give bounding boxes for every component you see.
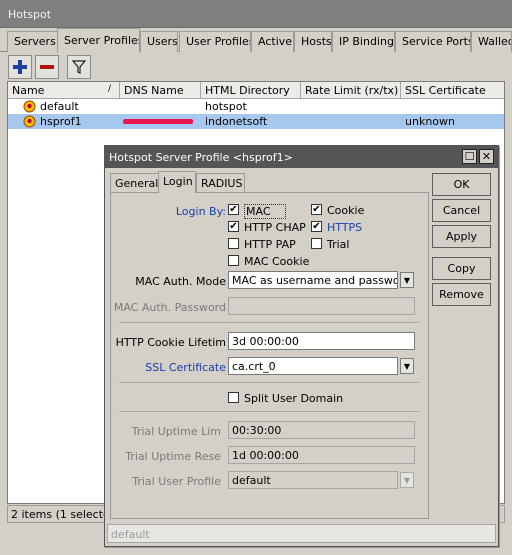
trial-uptime-limit-label: Trial Uptime Lim	[131, 425, 221, 438]
https-checkbox[interactable]: ✔	[311, 221, 322, 232]
restore-button[interactable]: ☐	[462, 149, 477, 164]
restore-icon: ☐	[464, 150, 475, 163]
ssl-certificate-dropdown-button[interactable]: ▼	[400, 358, 414, 374]
remove-button[interactable]	[35, 55, 59, 79]
tab-user-profiles[interactable]: User Profiles	[179, 31, 251, 52]
ssl-certificate-label: SSL Certificate	[145, 361, 226, 374]
row-html-dir: indonetsoft	[205, 115, 268, 128]
close-button[interactable]: ✕	[479, 149, 494, 164]
row-dns	[122, 114, 200, 129]
column-header-rate-limit[interactable]: Rate Limit (rx/tx)	[301, 82, 401, 99]
row-name: default	[40, 100, 79, 113]
funnel-icon	[72, 60, 86, 74]
separator	[119, 382, 419, 383]
toolbar	[0, 52, 512, 80]
table-row[interactable]: hsprof1 indonetsoft unknown	[8, 114, 504, 129]
dialog-tab-radius[interactable]: RADIUS	[196, 173, 245, 192]
chevron-down-icon: ▼	[403, 275, 411, 285]
plus-icon	[13, 60, 27, 74]
trial-user-profile-label: Trial User Profile	[132, 475, 221, 488]
http-pap-label[interactable]: HTTP PAP	[244, 238, 296, 251]
trial-uptime-reset-label: Trial Uptime Rese	[125, 450, 221, 463]
window-title: Hotspot	[8, 8, 52, 21]
row-html-dir: hotspot	[205, 100, 247, 113]
table-header: Name / DNS Name HTML Directory Rate Limi…	[8, 82, 504, 99]
mac-label[interactable]: MAC	[244, 204, 286, 219]
cancel-button[interactable]: Cancel	[432, 199, 491, 222]
tab-users[interactable]: Users	[140, 31, 178, 52]
column-header-ssl[interactable]: SSL Certificate	[401, 82, 504, 99]
dialog-status-bar: default	[107, 524, 496, 543]
cookie-checkbox[interactable]: ✔	[311, 204, 322, 215]
http-pap-checkbox[interactable]	[228, 238, 239, 249]
mac-cookie-label[interactable]: MAC Cookie	[244, 255, 309, 268]
main-tab-strip: Servers Server Profiles Users User Profi…	[0, 28, 512, 53]
tab-active[interactable]: Active	[251, 31, 294, 52]
filter-button[interactable]	[67, 55, 91, 79]
mac-auth-password-field	[228, 297, 415, 315]
row-ssl	[403, 99, 503, 114]
trial-uptime-reset-field: 1d 00:00:00	[228, 446, 415, 464]
row-rate	[303, 114, 399, 129]
add-button[interactable]	[8, 55, 32, 79]
trial-user-profile-dropdown-button: ▼	[400, 472, 414, 488]
http-chap-checkbox[interactable]: ✔	[228, 221, 239, 232]
dialog-titlebar[interactable]: Hotspot Server Profile <hsprof1> ☐ ✕	[105, 146, 498, 168]
dialog-tab-general[interactable]: General	[110, 173, 159, 192]
https-label[interactable]: HTTPS	[327, 221, 362, 234]
sort-icon: /	[108, 84, 112, 94]
tab-servers[interactable]: Servers	[7, 31, 58, 52]
dialog-title: Hotspot Server Profile <hsprof1>	[109, 151, 293, 164]
login-by-label: Login By:	[175, 205, 226, 218]
apply-button[interactable]: Apply	[432, 225, 491, 248]
trial-uptime-limit-field: 00:30:00	[228, 421, 415, 439]
profile-dialog: Hotspot Server Profile <hsprof1> ☐ ✕ Gen…	[104, 145, 499, 547]
split-user-domain-label[interactable]: Split User Domain	[244, 392, 343, 405]
mac-auth-mode-dropdown-button[interactable]: ▼	[400, 272, 414, 288]
ssl-certificate-select[interactable]: ca.crt_0	[228, 357, 398, 375]
separator	[119, 411, 419, 412]
login-tab-panel: Login By: ✔ MAC ✔ Cookie ✔ HTTP CHAP ✔ H…	[110, 192, 429, 519]
mac-checkbox[interactable]: ✔	[228, 204, 239, 215]
tab-walled-garden[interactable]: Walled	[471, 31, 512, 52]
tab-server-profiles[interactable]: Server Profiles	[57, 28, 140, 53]
mac-auth-mode-select[interactable]: MAC as username and password	[228, 271, 398, 289]
redaction-mark	[123, 119, 193, 124]
trial-checkbox[interactable]	[311, 238, 322, 249]
row-dns	[122, 99, 200, 114]
mac-cookie-checkbox[interactable]	[228, 255, 239, 266]
trial-label[interactable]: Trial	[327, 238, 349, 251]
profile-icon	[23, 115, 36, 131]
row-name: hsprof1	[40, 115, 82, 128]
dialog-tab-login[interactable]: Login	[158, 171, 196, 193]
tab-ip-bindings[interactable]: IP Bindings	[332, 31, 395, 52]
column-header-name[interactable]: Name /	[8, 82, 120, 99]
tab-service-ports[interactable]: Service Ports	[395, 31, 471, 52]
mac-auth-mode-label: MAC Auth. Mode	[135, 275, 226, 288]
cookie-label[interactable]: Cookie	[327, 204, 364, 217]
column-label: Name	[12, 84, 45, 97]
ok-button[interactable]: OK	[432, 173, 491, 196]
separator	[119, 322, 419, 323]
remove-profile-button[interactable]: Remove	[432, 283, 491, 306]
column-header-dns[interactable]: DNS Name	[120, 82, 201, 99]
http-cookie-lifetime-field[interactable]: 3d 00:00:00	[228, 332, 415, 350]
tab-hosts[interactable]: Hosts	[294, 31, 332, 52]
http-chap-label[interactable]: HTTP CHAP	[244, 221, 306, 234]
mac-auth-password-label: MAC Auth. Password	[113, 301, 226, 314]
chevron-down-icon: ▼	[403, 475, 411, 485]
trial-user-profile-select: default	[228, 471, 398, 489]
minus-icon	[40, 65, 54, 69]
row-ssl: unknown	[405, 115, 455, 128]
row-rate	[303, 99, 399, 114]
chevron-down-icon: ▼	[403, 361, 411, 371]
close-icon: ✕	[481, 150, 492, 163]
column-header-html-directory[interactable]: HTML Directory	[201, 82, 301, 99]
http-cookie-lifetime-label: HTTP Cookie Lifetim	[115, 336, 226, 349]
main-titlebar: Hotspot	[0, 0, 512, 28]
copy-button[interactable]: Copy	[432, 257, 491, 280]
table-row[interactable]: default hotspot	[8, 99, 504, 114]
split-user-domain-checkbox[interactable]	[228, 392, 239, 403]
